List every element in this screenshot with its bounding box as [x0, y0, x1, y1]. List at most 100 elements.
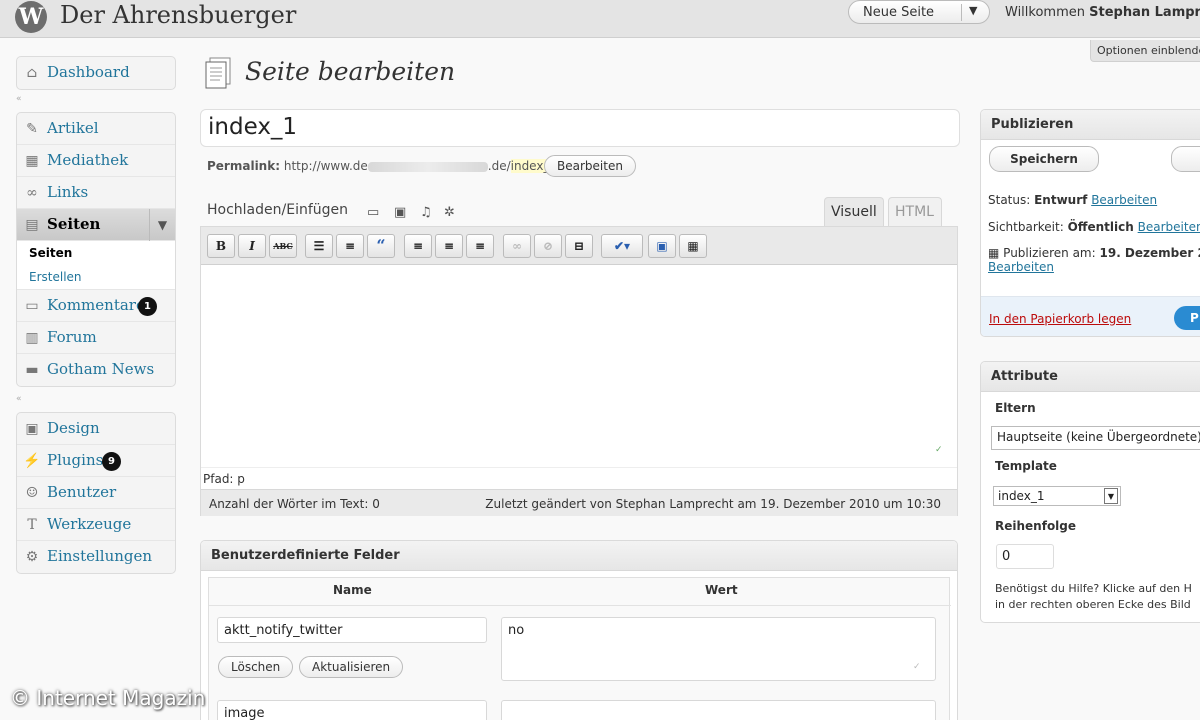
new-page-dropdown[interactable]: Neue Seite ▼ [848, 0, 990, 24]
plug-icon: ⚡ [23, 453, 41, 469]
sidebar-item-plugins[interactable]: ⚡ Plugins 9 [17, 445, 175, 477]
tab-visual[interactable]: Visuell [824, 197, 884, 226]
add-video-icon[interactable]: ▣ [394, 205, 406, 220]
spellcheck-status-icon: ✓ [935, 445, 943, 455]
admin-header: W Der Ahrensbuerger Neue Seite ▼ Willkom… [0, 0, 1200, 38]
spellcheck-icon[interactable]: ✔▾ [601, 234, 643, 258]
permalink-edit-button[interactable]: Bearbeiten [544, 155, 636, 177]
visibility-row: Sichtbarkeit: Öffentlich Bearbeiten [988, 220, 1200, 234]
sidebar-item-artikel[interactable]: ✎ Artikel [17, 113, 175, 145]
home-icon: ⌂ [26, 65, 38, 81]
welcome-prefix: Willkommen [1005, 5, 1085, 20]
strikethrough-icon[interactable]: ABC [269, 234, 297, 258]
publish-button[interactable]: P [1174, 306, 1200, 330]
custom-field-value-input[interactable]: no [501, 617, 936, 681]
post-title-input[interactable]: index_1 [200, 109, 960, 147]
delete-field-button[interactable]: Löschen [218, 656, 294, 678]
chevron-down-icon[interactable]: ▼ [1104, 488, 1118, 504]
site-title[interactable]: Der Ahrensbuerger [60, 1, 296, 29]
attributes-box-title[interactable]: Attribute [981, 362, 1200, 392]
submenu-item-erstellen[interactable]: Erstellen [17, 265, 175, 289]
blockquote-icon[interactable]: “ [367, 234, 395, 258]
template-select[interactable]: index_1 ▼ [993, 486, 1121, 506]
sidebar-item-label: Dashboard [47, 63, 130, 81]
sidebar-item-seiten[interactable]: ▤ Seiten ▼ [17, 209, 175, 241]
link-icon[interactable]: ∞ [503, 234, 531, 258]
permalink-url-domain-end: .de/ [487, 159, 511, 173]
permalink-row: Permalink: http://www.de.de/index_1/ [207, 159, 561, 173]
menu-group-content: ✎ Artikel ▦ Mediathek ∞ Links ▤ Seiten ▼… [16, 112, 176, 387]
bold-icon[interactable]: B [207, 234, 235, 258]
permalink-label: Permalink: [207, 159, 281, 173]
custom-field-value-input[interactable] [501, 700, 936, 720]
kitchen-sink-icon[interactable]: ▦ [679, 234, 707, 258]
save-draft-button[interactable]: Speichern [989, 146, 1099, 172]
numbered-list-icon[interactable]: ≡ [336, 234, 364, 258]
publish-date-edit-row: Bearbeiten [988, 260, 1054, 274]
chevron-down-icon[interactable]: ▼ [969, 4, 977, 17]
page-edit-icon [205, 57, 231, 89]
align-center-icon[interactable]: ≡ [435, 234, 463, 258]
permalink-url-prefix: http://www.de [283, 159, 368, 173]
trash-link[interactable]: In den Papierkorb legen [989, 312, 1131, 326]
fullscreen-icon[interactable]: ▣ [648, 234, 676, 258]
order-input[interactable]: 0 [996, 544, 1054, 569]
welcome-text: Willkommen Stephan Lamprecht [1005, 5, 1200, 20]
wordpress-logo-icon[interactable]: W [15, 1, 47, 33]
last-edited-info: Zuletzt geändert von Stephan Lamprecht a… [485, 497, 941, 511]
custom-field-name-input[interactable]: image [217, 700, 487, 720]
screen-options-tab[interactable]: Optionen einblenden [1090, 40, 1200, 62]
menu-collapse-icon[interactable]: « [16, 394, 22, 404]
forum-icon: ▥ [25, 330, 39, 346]
custom-fields-title[interactable]: Benutzerdefinierte Felder [201, 541, 957, 571]
sidebar-item-kommentare[interactable]: ▭ Kommentare 1 [17, 290, 175, 322]
preview-button[interactable] [1171, 146, 1200, 172]
align-right-icon[interactable]: ≡ [466, 234, 494, 258]
publish-box-title[interactable]: Publizieren [981, 110, 1200, 140]
visibility-value: Öffentlich [1067, 220, 1134, 234]
add-image-icon[interactable]: ▭ [367, 205, 379, 220]
tab-html[interactable]: HTML [888, 197, 942, 226]
help-text-line-1: Benötigst du Hilfe? Klicke auf den H [995, 582, 1192, 595]
publish-date-label: Publizieren am: [1003, 246, 1096, 260]
submenu-item-seiten[interactable]: Seiten [17, 241, 175, 265]
visibility-edit-link[interactable]: Bearbeiten [1138, 220, 1200, 234]
update-field-button[interactable]: Aktualisieren [299, 656, 404, 678]
add-audio-icon[interactable]: ♫ [420, 205, 432, 220]
menu-group-dashboard: ⌂ Dashboard [16, 56, 176, 90]
order-label: Reihenfolge [995, 519, 1077, 533]
sidebar-item-benutzer[interactable]: ☺ Benutzer [17, 477, 175, 509]
watermark: © Internet Magazin [10, 686, 206, 710]
comment-icon: ▭ [25, 298, 39, 314]
status-edit-link[interactable]: Bearbeiten [1091, 193, 1157, 207]
sidebar-item-dashboard[interactable]: ⌂ Dashboard [17, 57, 175, 89]
sidebar-item-design[interactable]: ▣ Design [17, 413, 175, 445]
add-media-icon[interactable]: ✲ [444, 205, 455, 220]
chevron-down-icon[interactable]: ▼ [149, 209, 175, 241]
unlink-icon[interactable]: ⊘ [534, 234, 562, 258]
custom-field-name-input[interactable]: aktt_notify_twitter [217, 617, 487, 643]
link-icon: ∞ [26, 185, 38, 201]
menu-collapse-icon[interactable]: « [16, 94, 22, 104]
sidebar-item-label: Design [47, 419, 100, 437]
italic-icon[interactable]: I [238, 234, 266, 258]
align-left-icon[interactable]: ≡ [404, 234, 432, 258]
editor-toolbar: B I ABC ☰ ≡ “ ≡ ≡ ≡ ∞ ⊘ ⊟ ✔▾ ▣ ▦ [201, 227, 957, 265]
user-name-link[interactable]: Stephan Lamprecht [1089, 5, 1200, 20]
new-page-label[interactable]: Neue Seite [863, 5, 934, 20]
content-editor[interactable]: B I ABC ☰ ≡ “ ≡ ≡ ≡ ∞ ⊘ ⊟ ✔▾ ▣ ▦ ✓ Pfad:… [200, 226, 958, 516]
sidebar-item-links[interactable]: ∞ Links [17, 177, 175, 209]
publish-date-edit-link[interactable]: Bearbeiten [988, 260, 1054, 274]
pages-icon: ▤ [25, 217, 39, 233]
bullet-list-icon[interactable]: ☰ [305, 234, 333, 258]
permalink-blurred-domain [367, 161, 488, 172]
sidebar-item-mediathek[interactable]: ▦ Mediathek [17, 145, 175, 177]
sidebar-item-werkzeuge[interactable]: T Werkzeuge [17, 509, 175, 541]
column-header-value: Wert [705, 583, 738, 597]
sidebar-item-forum[interactable]: ▥ Forum [17, 322, 175, 354]
sidebar-item-einstellungen[interactable]: ⚙ Einstellungen [17, 541, 175, 573]
comment-count-badge: 1 [138, 297, 157, 316]
sidebar-item-gotham-news[interactable]: ▬ Gotham News [17, 354, 175, 386]
insert-more-icon[interactable]: ⊟ [565, 234, 593, 258]
parent-select[interactable]: Hauptseite (keine Übergeordnete) [991, 426, 1200, 450]
